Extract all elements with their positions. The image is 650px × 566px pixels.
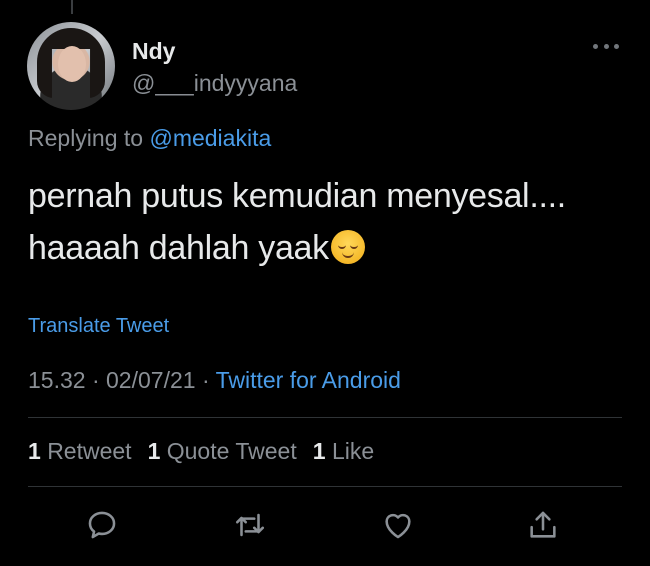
quote-tweets-stat[interactable]: 1 Quote Tweet <box>148 438 297 465</box>
tweet-meta: 15.32 · 02/07/21 · Twitter for Android <box>28 367 401 394</box>
thread-connector-line <box>71 0 73 14</box>
likes-count: 1 <box>312 438 326 464</box>
replying-to: Replying to @mediakita <box>28 125 271 152</box>
relieved-face-emoji-icon <box>330 230 365 264</box>
avatar[interactable] <box>27 22 115 110</box>
retweets-stat[interactable]: 1 Retweet <box>28 438 132 465</box>
more-dot <box>603 43 609 49</box>
more-dot <box>614 43 619 49</box>
action-bar <box>0 505 650 545</box>
retweets-label: Retweet <box>47 438 132 464</box>
divider <box>28 486 622 487</box>
replying-to-prefix: Replying to <box>28 125 144 151</box>
avatar-face <box>58 46 86 82</box>
tweet-text: pernah putus kemudian menyesal.... haaaa… <box>28 170 628 274</box>
quote-tweets-count: 1 <box>147 438 161 464</box>
tweet-stats: 1 Retweet 1 Quote Tweet 1 Like <box>28 438 374 465</box>
replying-to-link[interactable]: @mediakita <box>149 125 271 151</box>
display-name[interactable]: Ndy <box>132 38 175 65</box>
meta-separator: · <box>201 367 210 393</box>
divider <box>28 417 622 418</box>
tweet-text-line-2: haaaah dahlah yaak <box>28 229 329 267</box>
tweet-date: 02/07/21 <box>106 367 196 393</box>
share-icon[interactable] <box>523 505 563 545</box>
translate-tweet-link[interactable]: Translate Tweet <box>28 315 169 338</box>
tweet-text-line-2-wrap: haaaah dahlah yaak <box>28 222 628 274</box>
likes-stat[interactable]: 1 Like <box>313 438 374 465</box>
retweet-icon[interactable] <box>230 505 270 545</box>
more-options-icon[interactable] <box>593 40 619 52</box>
user-handle[interactable]: @___indyyyana <box>132 70 297 97</box>
likes-label: Like <box>331 438 375 464</box>
like-icon[interactable] <box>378 505 418 545</box>
reply-icon[interactable] <box>82 505 122 545</box>
retweets-count: 1 <box>28 438 41 464</box>
quote-tweets-label: Quote Tweet <box>166 438 297 464</box>
tweet-source-link[interactable]: Twitter for Android <box>216 367 401 393</box>
tweet-time: 15.32 <box>28 367 86 393</box>
tweet-text-line-1: pernah putus kemudian menyesal.... <box>28 177 566 215</box>
meta-separator: · <box>91 367 100 393</box>
more-dot <box>593 43 598 49</box>
